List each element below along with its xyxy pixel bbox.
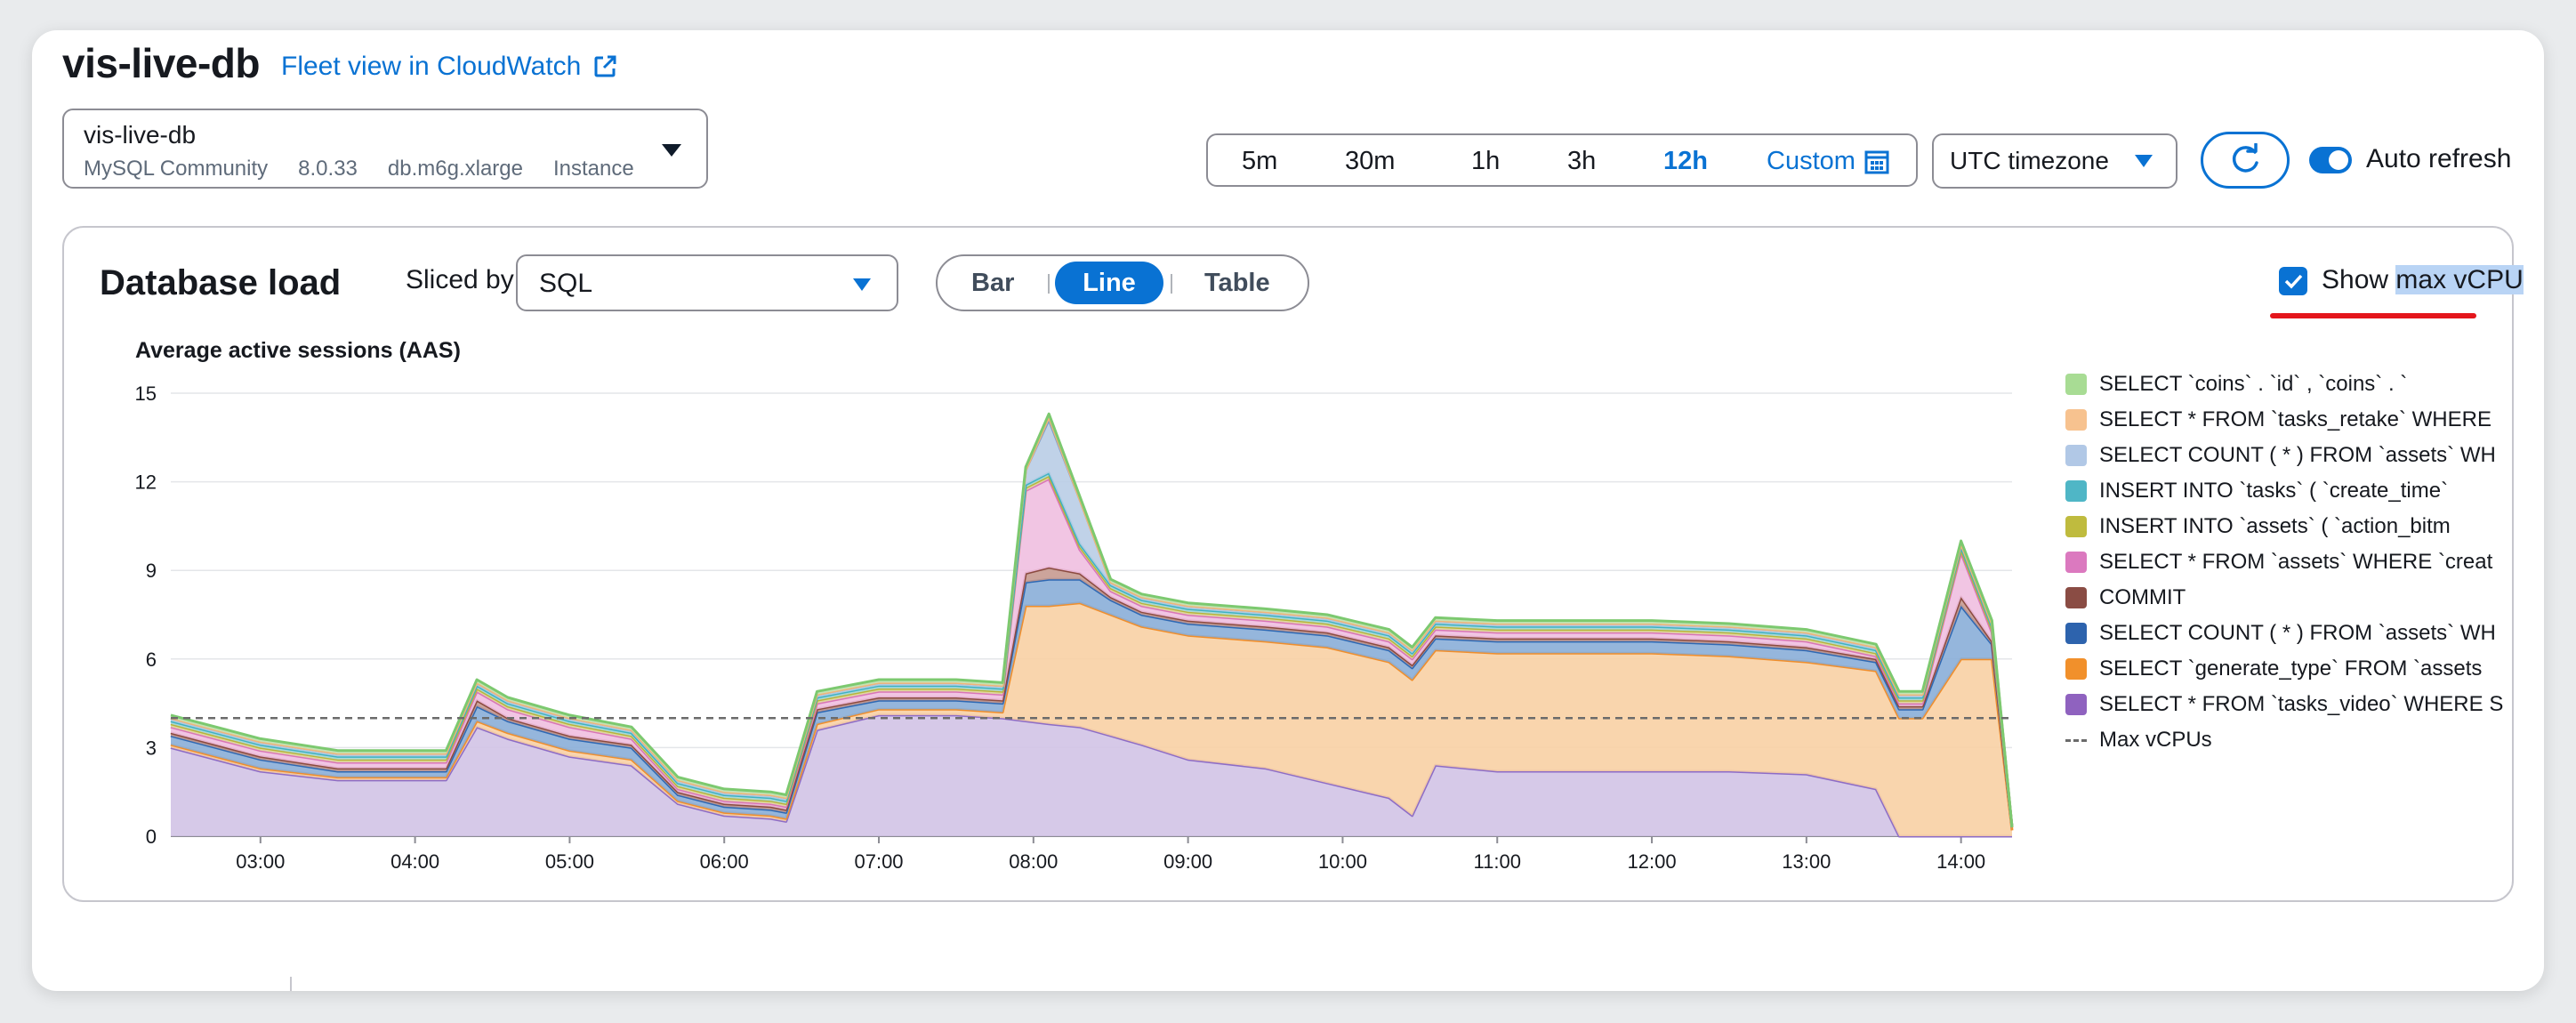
x-tick-label: 11:00 [1474, 850, 1521, 873]
legend-item[interactable]: SELECT * FROM `tasks_video` WHERE S [2065, 692, 2503, 717]
performance-insights-card: vis-live-db Fleet view in CloudWatch vis… [32, 30, 2544, 991]
database-load-chart: 0 3 6 9 12 15 03:00 04:00 05:00 06:00 07:00 08:00 09… [135, 383, 2014, 873]
calendar-icon [1864, 150, 1889, 173]
y-tick-label: 9 [146, 560, 157, 582]
show-max-vcpu-label[interactable]: Show max vCPU [2322, 265, 2524, 295]
time-option-5m[interactable]: 5m [1242, 147, 1277, 176]
legend-item[interactable]: INSERT INTO `tasks` ( `create_time` [2065, 479, 2448, 503]
instance-class: db.m6g.xlarge [387, 157, 523, 181]
instance-select[interactable]: vis-live-db MySQL Community 8.0.33 db.m6… [62, 109, 708, 189]
caret-down-icon [662, 144, 681, 157]
legend-label: SELECT * FROM `tasks_retake` WHERE [2099, 407, 2491, 431]
legend-swatch [2065, 374, 2087, 395]
x-tick-label: 13:00 [1782, 850, 1831, 873]
instance-name: vis-live-db [84, 121, 197, 149]
legend-item[interactable]: Max vCPUs [2065, 728, 2212, 753]
timezone-value: UTC timezone [1950, 147, 2109, 174]
instance-type: Instance [552, 157, 634, 181]
toggle-knob [2329, 150, 2348, 170]
auto-refresh-label: Auto refresh [2366, 144, 2512, 173]
legend-swatch [2065, 445, 2087, 466]
legend-label: SELECT COUNT ( * ) FROM `assets` WH [2099, 443, 2496, 467]
check-icon [2284, 274, 2303, 289]
x-tick-label: 06:00 [700, 850, 749, 873]
legend-item[interactable]: SELECT COUNT ( * ) FROM `assets` WH [2065, 443, 2496, 468]
y-tick-label: 3 [146, 737, 157, 759]
x-tick-label: 14:00 [1936, 850, 1985, 873]
legend-label: INSERT INTO `assets` ( `action_bitm [2099, 514, 2451, 538]
legend-item[interactable]: COMMIT [2065, 585, 2186, 610]
show-max-vcpu-highlight: max vCPU [2395, 265, 2524, 294]
caret-down-icon [2134, 155, 2153, 167]
x-tick-label: 09:00 [1163, 850, 1212, 873]
legend-label: INSERT INTO `tasks` ( `create_time` [2099, 479, 2449, 503]
time-range-selector: 5m 30m 1h 3h 12h Custom [1206, 133, 1918, 187]
legend-swatch [2065, 409, 2087, 431]
legend-swatch [2065, 587, 2087, 608]
legend-swatch [2065, 623, 2087, 644]
y-tick-label: 0 [146, 826, 157, 848]
legend-item[interactable]: SELECT * FROM `assets` WHERE `creat [2065, 550, 2492, 575]
show-max-vcpu-checkbox[interactable] [2279, 267, 2307, 295]
legend-item[interactable]: SELECT * FROM `tasks_retake` WHERE [2065, 407, 2491, 432]
x-tick-label: 08:00 [1009, 850, 1058, 873]
legend-swatch [2065, 658, 2087, 680]
legend-swatch [2065, 552, 2087, 573]
cloudwatch-link[interactable]: Fleet view in CloudWatch [281, 52, 618, 82]
annotation-underline [2270, 313, 2476, 318]
legend-item[interactable]: SELECT `coins` . `id` , `coins` . ` [2065, 372, 2407, 397]
time-option-12h[interactable]: 12h [1663, 147, 1708, 176]
timezone-select[interactable]: UTC timezone [1932, 133, 2178, 189]
x-tick-label: 10:00 [1318, 850, 1367, 873]
legend-label: Max vCPUs [2099, 728, 2212, 752]
legend-label: SELECT COUNT ( * ) FROM `assets` WH [2099, 621, 2496, 645]
x-tick-label: 07:00 [854, 850, 903, 873]
legend-swatch [2065, 480, 2087, 502]
legend-label: SELECT `coins` . `id` , `coins` . ` [2099, 372, 2408, 396]
legend-label: SELECT * FROM `assets` WHERE `creat [2099, 550, 2493, 574]
refresh-icon [2232, 143, 2258, 173]
refresh-button[interactable] [2201, 132, 2290, 189]
page-title: vis-live-db [62, 40, 261, 86]
time-option-30m[interactable]: 30m [1345, 147, 1395, 176]
instance-engine: MySQL Community [84, 157, 269, 181]
x-tick-label: 04:00 [390, 850, 439, 873]
x-tick-label: 05:00 [545, 850, 594, 873]
legend-label: COMMIT [2099, 585, 2186, 609]
y-tick-label: 6 [146, 648, 157, 671]
divider [290, 977, 292, 991]
auto-refresh-toggle[interactable] [2309, 147, 2352, 173]
y-tick-label: 12 [135, 471, 157, 494]
x-tick-label: 12:00 [1628, 850, 1677, 873]
instance-version: 8.0.33 [298, 157, 358, 181]
show-max-vcpu-prefix: Show [2322, 265, 2396, 294]
legend-item[interactable]: INSERT INTO `assets` ( `action_bitm [2065, 514, 2451, 539]
time-option-1h[interactable]: 1h [1471, 147, 1500, 176]
legend-swatch [2065, 516, 2087, 537]
custom-label[interactable]: Custom [1767, 147, 1856, 176]
cloudwatch-link-label[interactable]: Fleet view in CloudWatch [281, 52, 581, 82]
database-load-panel: Database load Sliced by SQL Bar Line Tab… [62, 226, 2524, 902]
legend-swatch [2065, 694, 2087, 715]
time-option-3h[interactable]: 3h [1567, 147, 1596, 176]
legend-label: SELECT * FROM `tasks_video` WHERE S [2099, 692, 2504, 716]
legend-item[interactable]: SELECT COUNT ( * ) FROM `assets` WH [2065, 621, 2496, 646]
legend-label: SELECT `generate_type` FROM `assets [2099, 656, 2483, 681]
y-tick-label: 15 [135, 383, 157, 405]
legend-swatch [2065, 738, 2087, 742]
time-option-custom[interactable]: Custom [1767, 147, 1889, 176]
instance-metadata: MySQL Community 8.0.33 db.m6g.xlarge Ins… [84, 157, 634, 181]
external-link-icon [594, 55, 616, 77]
x-tick-label: 03:00 [236, 850, 285, 873]
legend-item[interactable]: SELECT `generate_type` FROM `assets [2065, 656, 2482, 681]
